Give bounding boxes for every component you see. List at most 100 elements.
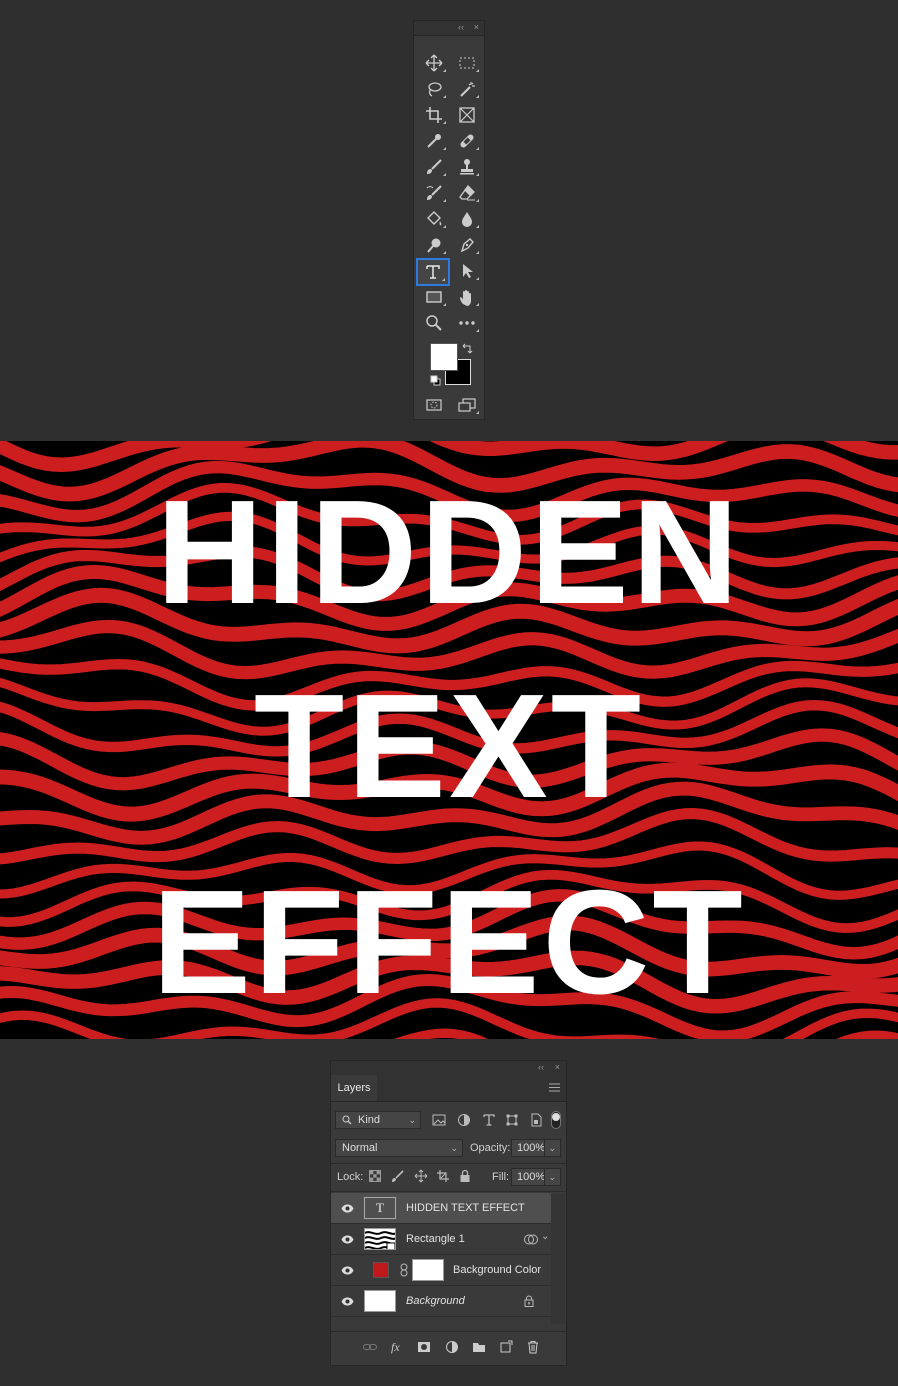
foreground-color-swatch[interactable]: [430, 343, 458, 371]
brush-tool[interactable]: [419, 155, 449, 179]
adjustment-layer-icon[interactable]: [445, 1340, 459, 1354]
panel-menu-icon[interactable]: [549, 1083, 560, 1092]
layer-row-background-color[interactable]: Background Color: [331, 1255, 551, 1286]
arrow-icon: [463, 264, 473, 278]
paint-bucket-tool[interactable]: [419, 207, 449, 231]
move-tool[interactable]: [419, 51, 449, 75]
lock-transparent-pixels-icon[interactable]: [369, 1170, 381, 1182]
delete-layer-icon[interactable]: [526, 1340, 540, 1354]
chevron-down-icon[interactable]: ⌄: [541, 1231, 549, 1242]
visibility-eye-icon[interactable]: [341, 1297, 354, 1306]
lock-artboard-icon[interactable]: [436, 1169, 450, 1183]
close-icon[interactable]: ×: [555, 1062, 560, 1072]
new-group-icon[interactable]: [472, 1340, 486, 1354]
lasso-tool[interactable]: [419, 77, 449, 101]
lock-label: Lock:: [337, 1171, 364, 1183]
lock-all-icon[interactable]: [458, 1169, 472, 1183]
chevron-down-icon[interactable]: ⌄: [544, 1140, 556, 1156]
swap-colors-icon[interactable]: [461, 343, 473, 355]
layer-row-background[interactable]: Background: [331, 1286, 551, 1317]
layers-scrollbar[interactable]: [551, 1194, 565, 1324]
history-brush-tool[interactable]: [419, 181, 449, 205]
lock-position-icon[interactable]: [414, 1169, 428, 1183]
screen-mode-button[interactable]: [452, 393, 482, 417]
close-icon[interactable]: ×: [474, 22, 479, 32]
eyedropper-icon: [427, 134, 441, 148]
path-selection-tool[interactable]: [452, 259, 482, 283]
tools-panel-header[interactable]: ‹‹ ×: [414, 21, 484, 36]
lasso-icon: [428, 82, 442, 97]
smart-object-pattern: [365, 1231, 395, 1249]
layer-mask-thumbnail[interactable]: [412, 1259, 444, 1281]
link-layers-icon[interactable]: [363, 1340, 377, 1354]
marquee-tool[interactable]: [452, 51, 482, 75]
layer-row-rectangle-1[interactable]: Rectangle 1 ⌄: [331, 1224, 551, 1255]
default-colors-icon[interactable]: [430, 375, 441, 386]
add-mask-icon[interactable]: [417, 1340, 431, 1354]
healing-tool[interactable]: [452, 129, 482, 153]
screen-mode-icon: [458, 398, 476, 412]
stamp-tool[interactable]: [452, 155, 482, 179]
opacity-label: Opacity:: [470, 1142, 511, 1154]
chevron-down-icon: ⌄: [450, 1143, 458, 1153]
link-icon[interactable]: [400, 1263, 408, 1277]
layer-filter-kind[interactable]: Kind ⌄: [335, 1111, 421, 1129]
collapse-icon[interactable]: ‹‹: [538, 1062, 544, 1072]
eyedropper-tool[interactable]: [419, 129, 449, 153]
filter-smart-object-icon[interactable]: [529, 1113, 543, 1127]
filter-shape-icon[interactable]: [505, 1113, 519, 1127]
magic-wand-tool[interactable]: [452, 77, 482, 101]
layers-panel-header[interactable]: ‹‹ ×: [331, 1061, 566, 1075]
rectangle-tool[interactable]: [419, 285, 449, 309]
lock-image-pixels-icon[interactable]: [391, 1169, 405, 1183]
history-brush-icon: [426, 185, 442, 200]
filter-adjustment-icon[interactable]: [457, 1113, 471, 1127]
tools-panel: ‹‹ ×: [413, 20, 485, 420]
zoom-tool[interactable]: [419, 311, 449, 335]
magic-wand-icon: [460, 82, 475, 97]
visibility-eye-icon[interactable]: [341, 1204, 354, 1213]
document-canvas[interactable]: HIDDEN TEXT EFFECT: [0, 441, 898, 1039]
filter-kind-label: Kind: [358, 1114, 381, 1126]
blending-options-icon[interactable]: [524, 1233, 538, 1246]
layer-name: Background: [406, 1295, 465, 1307]
frame-tool[interactable]: [452, 103, 482, 127]
paint-bucket-icon: [427, 211, 442, 226]
blend-mode-select[interactable]: Normal ⌄: [335, 1139, 463, 1157]
dodge-icon: [427, 238, 441, 253]
fill-color-swatch[interactable]: [373, 1262, 389, 1278]
fill-input[interactable]: 100% ⌄: [511, 1168, 561, 1186]
quick-mask-icon: [426, 399, 442, 411]
fill-value: 100%: [517, 1171, 546, 1183]
more-tools[interactable]: [452, 311, 482, 335]
quick-mask-button[interactable]: [419, 393, 449, 417]
eraser-tool[interactable]: [452, 181, 482, 205]
filter-type-icon[interactable]: [482, 1113, 496, 1127]
hand-tool[interactable]: [452, 285, 482, 309]
visibility-eye-icon[interactable]: [341, 1266, 354, 1275]
layer-row-hidden-text-effect[interactable]: T HIDDEN TEXT EFFECT: [331, 1193, 551, 1224]
filter-toggle-switch[interactable]: [551, 1111, 561, 1129]
crop-tool[interactable]: [419, 103, 449, 127]
tab-layers[interactable]: Layers: [331, 1075, 377, 1101]
opacity-value: 100%: [517, 1142, 546, 1154]
fx-icon[interactable]: fx: [390, 1340, 404, 1354]
move-icon: [425, 54, 443, 72]
headline-line-3: EFFECT: [152, 860, 746, 1025]
filter-pixel-icon[interactable]: [432, 1113, 446, 1127]
collapse-icon[interactable]: ‹‹: [458, 22, 464, 32]
search-icon: [342, 1115, 352, 1125]
stamp-icon: [460, 159, 474, 175]
dodge-tool[interactable]: [419, 233, 449, 257]
chevron-down-icon[interactable]: ⌄: [544, 1169, 556, 1185]
type-tool[interactable]: [416, 258, 450, 286]
new-layer-icon[interactable]: [499, 1340, 513, 1354]
background-thumbnail: [364, 1290, 396, 1312]
crop-icon: [426, 107, 442, 123]
opacity-input[interactable]: 100% ⌄: [511, 1139, 561, 1157]
visibility-eye-icon[interactable]: [341, 1235, 354, 1244]
headline-line-1: HIDDEN: [156, 470, 742, 635]
hand-icon: [460, 290, 471, 306]
blur-tool[interactable]: [452, 207, 482, 231]
pen-tool[interactable]: [452, 233, 482, 257]
